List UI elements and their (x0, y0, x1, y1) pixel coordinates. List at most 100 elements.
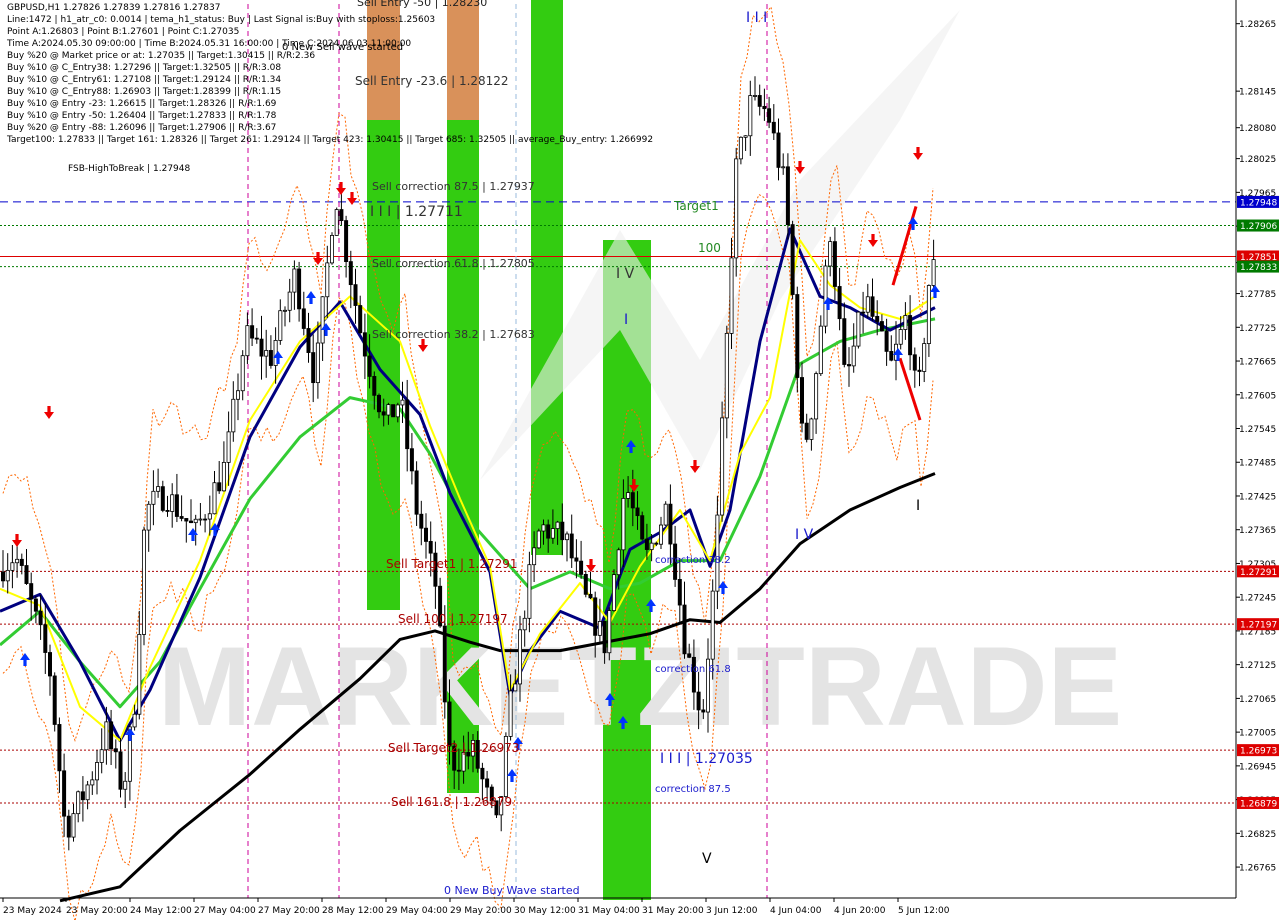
price-badge-label: 1.27197 (1240, 621, 1277, 631)
annotation-sell-target2: Sell Target2 | 1.26973 (388, 741, 520, 755)
candle-body (231, 398, 236, 433)
candle-body (414, 470, 419, 515)
candle (790, 220, 795, 300)
candle-body (729, 257, 734, 334)
candle-body (245, 325, 250, 357)
candle-body (597, 621, 602, 636)
price-tick-label: 1.28025 (1239, 155, 1276, 165)
candle-body (405, 399, 410, 450)
price-axis: 1.282651.281451.280801.280251.279651.279… (1235, 0, 1280, 920)
info-line-buy-e88: Buy %20 @ Entry -88: 1.26096 || Target:1… (7, 123, 277, 133)
price-tick-label: 1.27005 (1239, 729, 1276, 739)
candle (734, 147, 739, 277)
candle-body (532, 547, 537, 566)
candle-body (160, 486, 165, 511)
candle (391, 404, 396, 418)
candle-body (771, 121, 776, 134)
time-tick-label: 29 May 20:00 (450, 906, 512, 916)
candle-body (847, 364, 852, 367)
candle (823, 259, 828, 334)
candle-body (259, 338, 264, 357)
candle-body (828, 241, 833, 267)
candle-body (851, 345, 856, 367)
candle-body (555, 521, 560, 529)
time-tick-label: 23 May 2024 (3, 906, 62, 916)
candle-body (141, 529, 146, 635)
candle-body (917, 369, 922, 372)
candle-body (287, 291, 292, 311)
candle-body (522, 617, 527, 631)
annotation-target1: Target1 (673, 199, 719, 213)
candle-body (687, 653, 692, 658)
candle-body (268, 350, 273, 366)
time-tick-label: 29 May 04:00 (386, 906, 448, 916)
signal-zone-0 (367, 120, 400, 610)
candle-body (118, 751, 123, 790)
price-badge-label: 1.27948 (1240, 198, 1277, 208)
candle-body (541, 524, 546, 532)
candle (334, 207, 339, 236)
info-line-buy-c61: Buy %10 @ C_Entry61: 1.27108 || Target:1… (7, 75, 282, 85)
price-badge-label: 1.27291 (1240, 568, 1277, 578)
candle-body (508, 690, 513, 737)
candle (536, 528, 541, 549)
price-badge-label: 1.26879 (1240, 799, 1277, 809)
candle-body (24, 565, 29, 584)
candle-body (442, 625, 447, 703)
candle (663, 501, 668, 527)
info-panel: GBPUSD,H1 1.27826 1.27839 1.27816 1.2783… (7, 2, 653, 146)
candle-body (607, 610, 612, 654)
candle-body (518, 629, 523, 685)
candle-body (423, 527, 428, 542)
candle-body (400, 399, 405, 406)
price-tick-label: 1.27425 (1239, 492, 1276, 502)
annotation-sell-100: Sell 100 | 1.27197 (398, 612, 508, 626)
candle-body (132, 713, 137, 728)
annotation-sell-target1: Sell Target1 | 1.27291 (386, 557, 518, 571)
candle-body (677, 579, 682, 606)
candle (141, 526, 146, 646)
candle (612, 569, 617, 612)
price-tick-label: 1.27065 (1239, 695, 1276, 705)
candle-body (776, 132, 781, 168)
info-line-points: Point A:1.26803 | Point B:1.27601 | Poin… (7, 27, 240, 37)
candle-body (179, 516, 184, 519)
candle-body (174, 494, 179, 517)
candle-body (0, 571, 6, 582)
info-line-targets: Target100: 1.27833 || Target 161: 1.2832… (7, 135, 654, 145)
candle-body (76, 791, 81, 815)
info-line-buy-e50: Buy %10 @ Entry -50: 1.26404 || Target:1… (7, 111, 277, 121)
time-tick-label: 4 Jun 20:00 (834, 906, 886, 916)
candle-body (856, 311, 861, 347)
annotation-wave-iii-top: I I I (746, 10, 767, 26)
price-tick-label: 1.27485 (1239, 459, 1276, 469)
candle-body (579, 560, 584, 575)
annotation-fsb-high: FSB-HighToBreak | 1.27948 (68, 164, 190, 174)
candle-body (146, 503, 151, 531)
candle-body (381, 411, 386, 416)
candle-body (193, 518, 198, 524)
annotation-wave-bottom: I I I | 1.27035 (660, 751, 753, 767)
time-tick-label: 27 May 04:00 (194, 906, 256, 916)
candle-body (461, 751, 466, 772)
candle-body (348, 261, 353, 286)
candle (607, 607, 612, 661)
info-line-symbol: GBPUSD,H1 1.27826 1.27839 1.27816 1.2783… (7, 3, 221, 13)
candle-body (753, 95, 758, 97)
candle-body (447, 701, 452, 747)
candle-body (800, 377, 805, 424)
price-tick-label: 1.27545 (1239, 425, 1276, 435)
annotation-wave-label-top: I I I | 1.27711 (370, 204, 463, 220)
candle-body (626, 492, 631, 499)
candle-body (391, 404, 396, 418)
candle-body (325, 262, 330, 298)
time-tick-label: 31 May 04:00 (578, 906, 640, 916)
price-tick-label: 1.27245 (1239, 594, 1276, 604)
candle (856, 311, 861, 349)
candle-body (546, 524, 551, 539)
candle-body (630, 492, 635, 509)
time-tick-label: 23 May 20:00 (66, 906, 128, 916)
candle-body (640, 515, 645, 540)
annotation-correction-382: correction 38.2 (655, 555, 731, 566)
candle-body (814, 373, 819, 420)
